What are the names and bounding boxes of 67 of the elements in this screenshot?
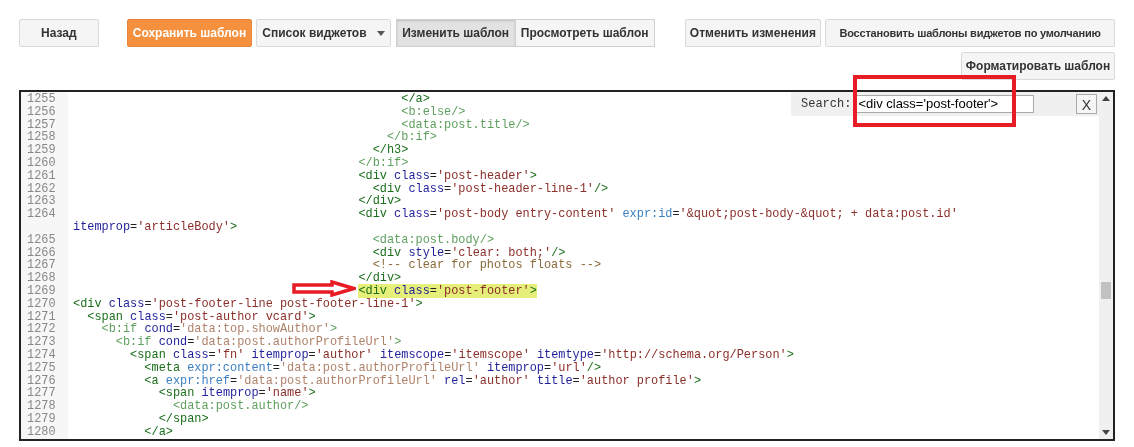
code-line: <b:if cond='data:top.showAuthor'>: [101, 322, 338, 337]
line-number: 1280: [26, 425, 57, 439]
code-line: <span class='post-author vcard'>: [87, 309, 316, 324]
line-number: 1268: [26, 272, 57, 285]
code-line: </b:if>: [386, 130, 437, 145]
line-number: 1255: [26, 93, 57, 106]
back-button[interactable]: Назад: [19, 19, 99, 47]
code-line: <span itemprop='name'>: [158, 386, 316, 401]
line-number: 1265: [26, 233, 57, 247]
code-line: <a expr:href='data:post.authorProfileUrl' rel='author' title='author profile'>: [144, 373, 702, 388]
code-line: <!-- clear for photos floats -->: [372, 258, 602, 273]
line-number: 1273: [26, 336, 57, 349]
line-number: 1264: [26, 208, 57, 221]
code-line: <data:post.body/>: [372, 232, 495, 247]
line-number: 1266: [26, 246, 57, 260]
restore-button[interactable]: Восстановить шаблоны виджетов по умолчанию: [825, 19, 1115, 47]
search-label: Search:: [801, 96, 852, 113]
line-number: 1258: [26, 131, 57, 145]
code-line: </a>: [401, 92, 430, 106]
line-number: 1272: [26, 323, 57, 337]
scroll-up-icon[interactable]: [1102, 96, 1110, 101]
code-line: </div>: [358, 271, 402, 286]
line-number: 1271: [26, 310, 57, 324]
mode-tab[interactable]: Просмотреть шаблон: [515, 19, 655, 47]
line-number: 1259: [26, 144, 57, 157]
code-line: <data:post.author/>: [172, 399, 309, 414]
code-line: <div class='post-header'>: [358, 168, 537, 183]
code-line: <data:post.title/>: [401, 117, 530, 132]
format-button[interactable]: Форматировать шаблон: [961, 52, 1115, 80]
code-line: </a>: [144, 424, 173, 439]
code-line: </b:if>: [358, 156, 409, 170]
code-line: <div class='post-body entry-content' expr:id='&quot;post-body-&quot; + data:post.id': [358, 207, 958, 222]
line-number: 1275: [26, 361, 57, 375]
arrow-icon: [292, 280, 356, 297]
line-number: 1278: [26, 400, 57, 413]
close-button[interactable]: X: [1076, 94, 1097, 114]
revert-button[interactable]: Отменить изменения: [684, 19, 822, 47]
code-line: <div class='post-header-line-1'/>: [372, 181, 609, 196]
line-number: 1276: [26, 374, 57, 388]
scrollbar-thumb[interactable]: [1101, 282, 1111, 299]
code-line: <meta expr:content='data:post.authorProfileUrl' itemprop='url'/>: [144, 360, 602, 375]
scrollbar[interactable]: [1099, 92, 1113, 439]
line-number: 1270: [26, 297, 57, 311]
scroll-down-icon[interactable]: [1102, 430, 1110, 435]
mode-tab[interactable]: Изменить шаблон: [395, 19, 516, 47]
code-line: <div style='clear: both;'/>: [372, 245, 566, 260]
line-number: 1261: [26, 169, 57, 183]
code-line: <b:if cond='data:post.authorProfileUrl'>: [115, 335, 402, 350]
code-line: <b:else/>: [401, 104, 466, 119]
line-number: 1257: [26, 118, 57, 132]
line-number: 1269: [26, 284, 57, 298]
code-line: </span>: [158, 411, 209, 426]
line-number: 1274: [26, 348, 57, 362]
widgets-dropdown[interactable]: Список виджетов: [256, 19, 391, 47]
code-line: </h3>: [372, 143, 409, 158]
code-line: </div>: [358, 194, 402, 209]
code-line: <div class='post-footer-line post-footer-line-1'>: [73, 296, 423, 311]
line-number: 1263: [26, 195, 57, 209]
caret-icon: [376, 30, 385, 36]
code-line: itemprop='articleBody'>: [73, 219, 238, 234]
line-number: 1267: [26, 259, 57, 273]
code-line: <span class='fn' itemprop='author' itemscope='itemscope' itemtype='http://schema.org/Person'>: [130, 347, 794, 362]
line-number: 1277: [26, 387, 57, 401]
line-number: 1260: [26, 157, 57, 170]
line-number: 1262: [26, 182, 57, 196]
line-number: 1256: [26, 105, 57, 119]
line-number: 1279: [26, 412, 57, 426]
